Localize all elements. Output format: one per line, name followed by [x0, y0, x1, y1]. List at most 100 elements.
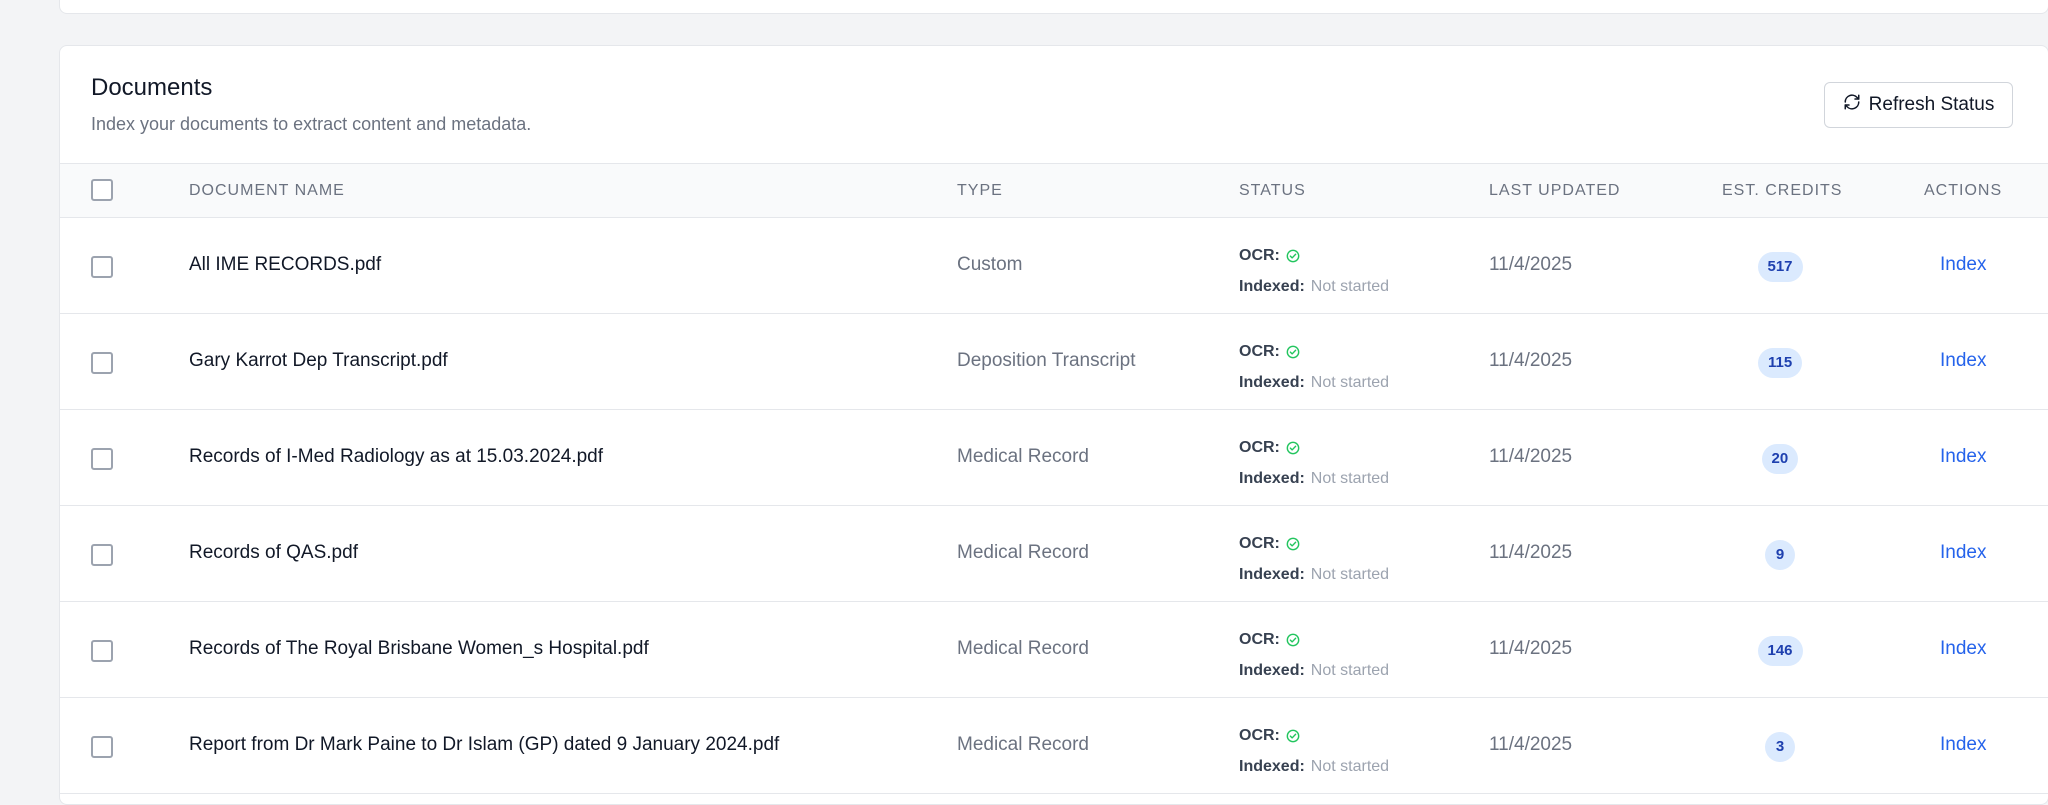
status-cell: OCR: Indexed: Not started [1239, 240, 1389, 302]
column-header-est-credits[interactable]: EST. CREDITS [1722, 164, 1842, 217]
indexed-value: Not started [1310, 277, 1390, 295]
ocr-label: OCR: [1239, 342, 1280, 360]
document-name[interactable]: All IME RECORDS.pdf [189, 254, 381, 276]
ocr-status: OCR: [1239, 336, 1389, 367]
document-type: Medical Record [957, 734, 1089, 755]
table-header: DOCUMENT NAME TYPE STATUS LAST UPDATED E… [60, 163, 2048, 218]
indexed-status: Indexed: Not started [1239, 751, 1389, 782]
ocr-label: OCR: [1239, 246, 1280, 264]
last-updated: 11/4/2025 [1489, 350, 1573, 371]
status-cell: OCR: Indexed: Not started [1239, 336, 1389, 398]
document-type: Deposition Transcript [957, 350, 1136, 371]
indexed-value: Not started [1310, 469, 1390, 487]
ocr-status: OCR: [1239, 432, 1389, 463]
check-circle-icon [1286, 729, 1300, 743]
credits-badge: 115 [1758, 348, 1803, 378]
row-checkbox[interactable] [91, 256, 113, 278]
card-header: Documents Index your documents to extrac… [60, 46, 2048, 163]
row-checkbox[interactable] [91, 736, 113, 758]
indexed-value: Not started [1310, 661, 1390, 679]
ocr-label: OCR: [1239, 438, 1280, 456]
ocr-status: OCR: [1239, 720, 1389, 751]
indexed-value: Not started [1310, 565, 1390, 583]
document-name[interactable]: Records of I-Med Radiology as at 15.03.2… [189, 446, 603, 468]
column-header-status[interactable]: STATUS [1239, 164, 1306, 217]
indexed-status: Indexed: Not started [1239, 559, 1389, 590]
status-cell: OCR: Indexed: Not started [1239, 432, 1389, 494]
indexed-label: Indexed: [1239, 565, 1305, 583]
row-checkbox[interactable] [91, 448, 113, 470]
page-title: Documents [91, 74, 213, 101]
table-row[interactable]: Records of QAS.pdf Medical Record OCR: I… [60, 506, 2048, 602]
last-updated: 11/4/2025 [1489, 638, 1573, 659]
table-row[interactable]: Records of The Royal Brisbane Women_s Ho… [60, 602, 2048, 698]
credits-badge: 3 [1765, 732, 1795, 762]
last-updated: 11/4/2025 [1489, 734, 1573, 755]
indexed-status: Indexed: Not started [1239, 655, 1389, 686]
last-updated: 11/4/2025 [1489, 254, 1573, 275]
index-link[interactable]: Index [1940, 446, 1986, 468]
indexed-label: Indexed: [1239, 469, 1305, 487]
select-all-checkbox[interactable] [91, 179, 113, 201]
row-checkbox[interactable] [91, 640, 113, 662]
document-name[interactable]: Gary Karrot Dep Transcript.pdf [189, 350, 448, 372]
row-checkbox[interactable] [91, 544, 113, 566]
document-name[interactable]: Records of The Royal Brisbane Women_s Ho… [189, 638, 649, 660]
status-cell: OCR: Indexed: Not started [1239, 720, 1389, 782]
check-circle-icon [1286, 633, 1300, 647]
ocr-label: OCR: [1239, 726, 1280, 744]
table-row[interactable]: Report from Dr Mark Paine to Dr Islam (G… [60, 698, 2048, 794]
index-link[interactable]: Index [1940, 254, 1986, 276]
last-updated: 11/4/2025 [1489, 446, 1573, 467]
indexed-value: Not started [1310, 373, 1390, 391]
indexed-value: Not started [1310, 757, 1390, 775]
ocr-status: OCR: [1239, 240, 1389, 271]
indexed-label: Indexed: [1239, 373, 1305, 391]
table-row[interactable]: Records of I-Med Radiology as at 15.03.2… [60, 410, 2048, 506]
column-header-last-updated[interactable]: LAST UPDATED [1489, 164, 1620, 217]
credits-badge: 20 [1761, 444, 1799, 474]
column-header-type[interactable]: TYPE [957, 164, 1003, 217]
status-cell: OCR: Indexed: Not started [1239, 528, 1389, 590]
table-row[interactable]: Gary Karrot Dep Transcript.pdf Depositio… [60, 314, 2048, 410]
check-circle-icon [1286, 537, 1300, 551]
indexed-label: Indexed: [1239, 757, 1305, 775]
index-link[interactable]: Index [1940, 734, 1986, 756]
indexed-label: Indexed: [1239, 277, 1305, 295]
table-row[interactable]: All IME RECORDS.pdf Custom OCR: Indexed:… [60, 218, 2048, 314]
indexed-label: Indexed: [1239, 661, 1305, 679]
refresh-status-button[interactable]: Refresh Status [1824, 82, 2013, 128]
credits-badge: 146 [1757, 636, 1803, 666]
ocr-label: OCR: [1239, 630, 1280, 648]
index-link[interactable]: Index [1940, 638, 1986, 660]
document-name[interactable]: Report from Dr Mark Paine to Dr Islam (G… [189, 734, 779, 756]
document-name[interactable]: Records of QAS.pdf [189, 542, 358, 564]
page-subtitle: Index your documents to extract content … [91, 114, 532, 134]
document-type: Custom [957, 254, 1023, 275]
refresh-icon [1843, 93, 1861, 117]
document-type: Medical Record [957, 638, 1089, 659]
index-link[interactable]: Index [1940, 542, 1986, 564]
column-header-name[interactable]: DOCUMENT NAME [189, 164, 345, 217]
indexed-status: Indexed: Not started [1239, 271, 1389, 302]
document-type: Medical Record [957, 542, 1089, 563]
check-circle-icon [1286, 441, 1300, 455]
index-link[interactable]: Index [1940, 350, 1986, 372]
check-circle-icon [1286, 249, 1300, 263]
ocr-status: OCR: [1239, 624, 1389, 655]
check-circle-icon [1286, 345, 1300, 359]
refresh-status-label: Refresh Status [1868, 94, 1995, 115]
credits-badge: 517 [1757, 252, 1803, 282]
last-updated: 11/4/2025 [1489, 542, 1573, 563]
credits-badge: 9 [1765, 540, 1795, 570]
previous-card [59, 0, 2048, 14]
column-header-actions: ACTIONS [1924, 182, 2003, 199]
indexed-status: Indexed: Not started [1239, 367, 1389, 398]
ocr-label: OCR: [1239, 534, 1280, 552]
documents-card: Documents Index your documents to extrac… [59, 45, 2048, 805]
ocr-status: OCR: [1239, 528, 1389, 559]
row-checkbox[interactable] [91, 352, 113, 374]
document-type: Medical Record [957, 446, 1089, 467]
status-cell: OCR: Indexed: Not started [1239, 624, 1389, 686]
indexed-status: Indexed: Not started [1239, 463, 1389, 494]
